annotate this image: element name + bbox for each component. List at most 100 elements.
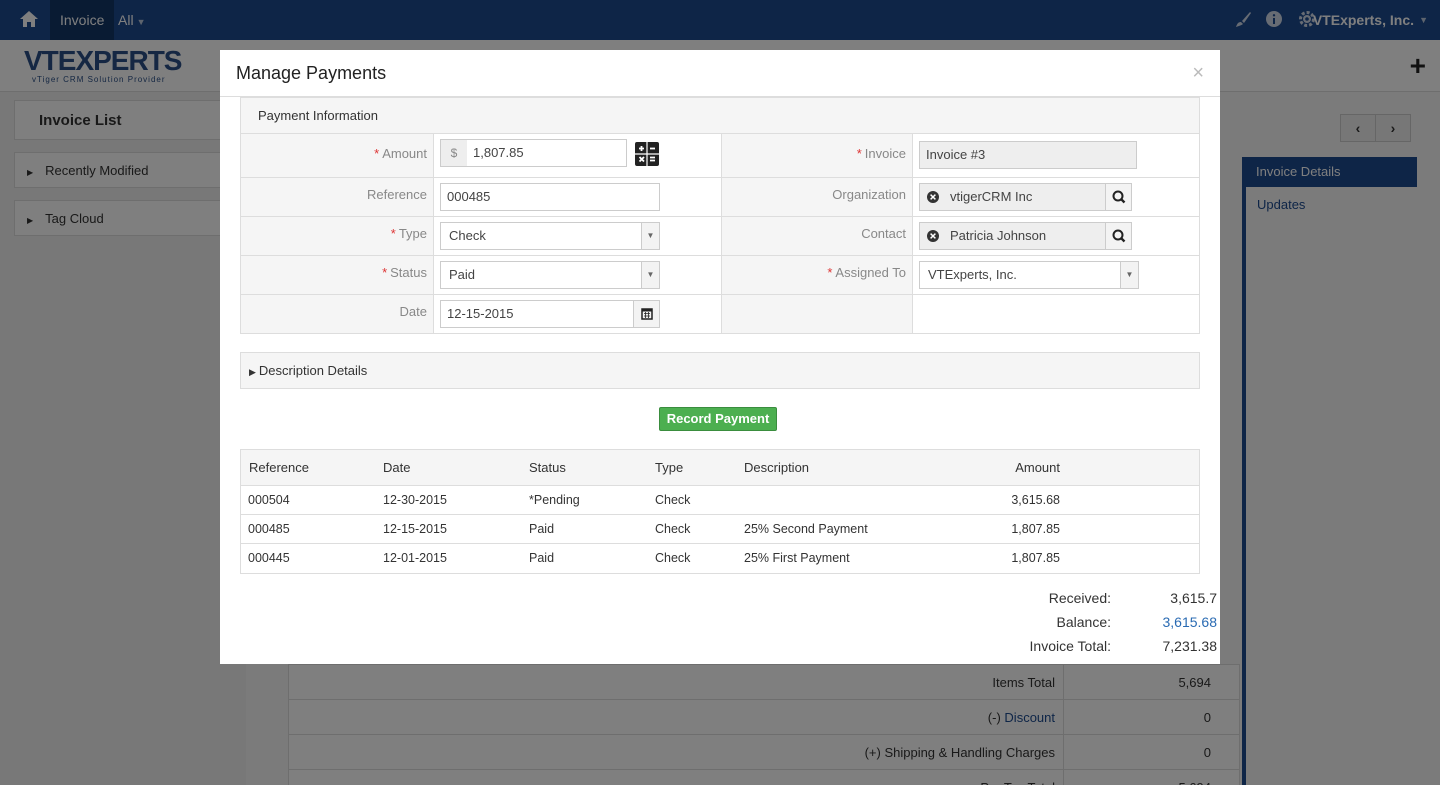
type-label-text: Type [398, 226, 427, 241]
contact-cell: Patricia Johnson [913, 217, 1199, 255]
amount-label: * Amount [241, 134, 434, 177]
assigned-to-label: * Assigned To [722, 256, 913, 294]
date-label: Date [241, 295, 434, 333]
manage-payments-modal: Manage Payments × Payment Information * A… [220, 50, 1220, 664]
required-mark: * [390, 226, 396, 241]
received-value: 3,615.7 [1170, 590, 1217, 606]
column-header-status: Status [529, 460, 566, 475]
assigned-to-cell: VTExperts, Inc. ▼ [913, 256, 1199, 294]
required-mark: * [856, 146, 862, 161]
invoice-total-label: Invoice Total: [1029, 638, 1111, 654]
cell-type: Check [655, 522, 691, 536]
contact-field[interactable]: Patricia Johnson [919, 222, 1132, 250]
cell-reference: 000504 [248, 493, 290, 507]
table-row[interactable]: 000485 12-15-2015 Paid Check 25% Second … [241, 515, 1199, 544]
clear-icon[interactable] [926, 229, 940, 243]
amount-field[interactable]: $ 1,807.85 [440, 139, 627, 167]
invoice-label-text: Invoice [864, 146, 906, 161]
payment-information-block: Payment Information * Amount $ 1,807.85 *… [240, 97, 1200, 334]
reference-label: Reference [241, 178, 434, 216]
column-header-date: Date [383, 460, 411, 475]
description-details-title: Description Details [258, 363, 368, 378]
invoice-cell: Invoice #3 [913, 134, 1199, 177]
modal-title: Manage Payments [236, 63, 387, 83]
type-label: * Type [241, 217, 434, 255]
reference-cell: 000485 [434, 178, 722, 216]
section-title: Payment Information [241, 98, 1199, 134]
payment-summary: Received: 3,615.7 Balance: 3,615.68 Invoic… [967, 586, 1217, 658]
balance-label: Balance: [1056, 614, 1111, 630]
amount-cell: $ 1,807.85 [434, 134, 722, 177]
summary-invoice-total: Invoice Total: 7,231.38 [967, 634, 1217, 658]
cell-type: Check [655, 493, 691, 507]
form-row: * Status Paid ▼ * Assigned To VTExperts, I… [241, 256, 1199, 295]
cell-description: 25% Second Payment [744, 522, 868, 536]
type-value: Check [449, 228, 486, 243]
currency-addon: $ [441, 140, 467, 166]
cell-amount: 1,807.85 [1011, 522, 1060, 536]
invoice-total-value: 7,231.38 [1162, 638, 1218, 654]
reference-input[interactable]: 000485 [440, 183, 660, 211]
invoice-field[interactable]: Invoice #3 [919, 141, 1137, 169]
cell-type: Check [655, 551, 691, 565]
summary-balance: Balance: 3,615.68 [967, 610, 1217, 634]
status-select[interactable]: Paid ▼ [440, 261, 660, 289]
organization-cell: vtigerCRM Inc [913, 178, 1199, 216]
empty-label-cell [722, 295, 913, 333]
cell-date: 12-15-2015 [383, 522, 447, 536]
date-input[interactable]: 12-15-2015 [440, 300, 660, 328]
required-mark: * [827, 265, 833, 280]
assigned-to-label-text: Assigned To [835, 265, 906, 280]
clear-icon[interactable] [926, 190, 940, 204]
payments-table: Reference Date Status Type Description A… [240, 449, 1200, 574]
triangle-right-icon: ▶ [249, 367, 256, 377]
cell-status: *Pending [529, 493, 580, 507]
table-header: Reference Date Status Type Description A… [241, 450, 1199, 486]
cell-reference: 000485 [248, 522, 290, 536]
required-mark: * [382, 265, 388, 280]
status-label-text: Status [390, 265, 427, 280]
column-header-description: Description [744, 460, 810, 475]
table-row[interactable]: 000445 12-01-2015 Paid Check 25% First P… [241, 544, 1199, 573]
calculator-icon[interactable] [635, 142, 659, 166]
contact-value: Patricia Johnson [950, 228, 1047, 243]
organization-value: vtigerCRM Inc [950, 189, 1033, 204]
assigned-to-select[interactable]: VTExperts, Inc. ▼ [919, 261, 1139, 289]
organization-field[interactable]: vtigerCRM Inc [919, 183, 1132, 211]
received-label: Received: [1048, 590, 1111, 606]
cell-date: 12-30-2015 [383, 493, 447, 507]
date-cell: 12-15-2015 [434, 295, 722, 333]
cell-status: Paid [529, 551, 555, 565]
status-label: * Status [241, 256, 434, 294]
amount-value: 1,807.85 [473, 145, 524, 160]
description-details-toggle[interactable]: ▶ Description Details [240, 352, 1200, 389]
record-payment-button[interactable]: Record Payment [659, 407, 777, 431]
column-header-reference: Reference [249, 460, 309, 475]
empty-value-cell [913, 295, 1199, 333]
status-value: Paid [449, 267, 476, 282]
calendar-icon[interactable] [633, 301, 659, 327]
invoice-label: * Invoice [722, 134, 913, 177]
modal-header: Manage Payments × [220, 50, 1220, 97]
status-cell: Paid ▼ [434, 256, 722, 294]
form-row: Reference 000485 Organization vtigerCRM … [241, 178, 1199, 217]
close-icon[interactable]: × [1192, 62, 1204, 85]
form-row: Date 12-15-2015 [241, 295, 1199, 333]
amount-label-text: Amount [382, 146, 427, 161]
summary-received: Received: 3,615.7 [967, 586, 1217, 610]
table-row[interactable]: 000504 12-30-2015 *Pending Check 3,615.6… [241, 486, 1199, 515]
balance-value: 3,615.68 [1162, 614, 1218, 630]
cell-reference: 000445 [248, 551, 290, 565]
cell-date: 12-01-2015 [383, 551, 447, 565]
contact-label: Contact [722, 217, 913, 255]
chevron-down-icon: ▼ [641, 262, 659, 288]
search-icon[interactable] [1105, 184, 1131, 210]
cell-description [744, 486, 1004, 514]
search-icon[interactable] [1105, 223, 1131, 249]
cell-amount: 3,615.68 [1011, 493, 1060, 507]
type-select[interactable]: Check ▼ [440, 222, 660, 250]
required-mark: * [374, 146, 380, 161]
type-cell: Check ▼ [434, 217, 722, 255]
cell-description: 25% First Payment [744, 551, 850, 565]
column-header-type: Type [655, 460, 684, 475]
